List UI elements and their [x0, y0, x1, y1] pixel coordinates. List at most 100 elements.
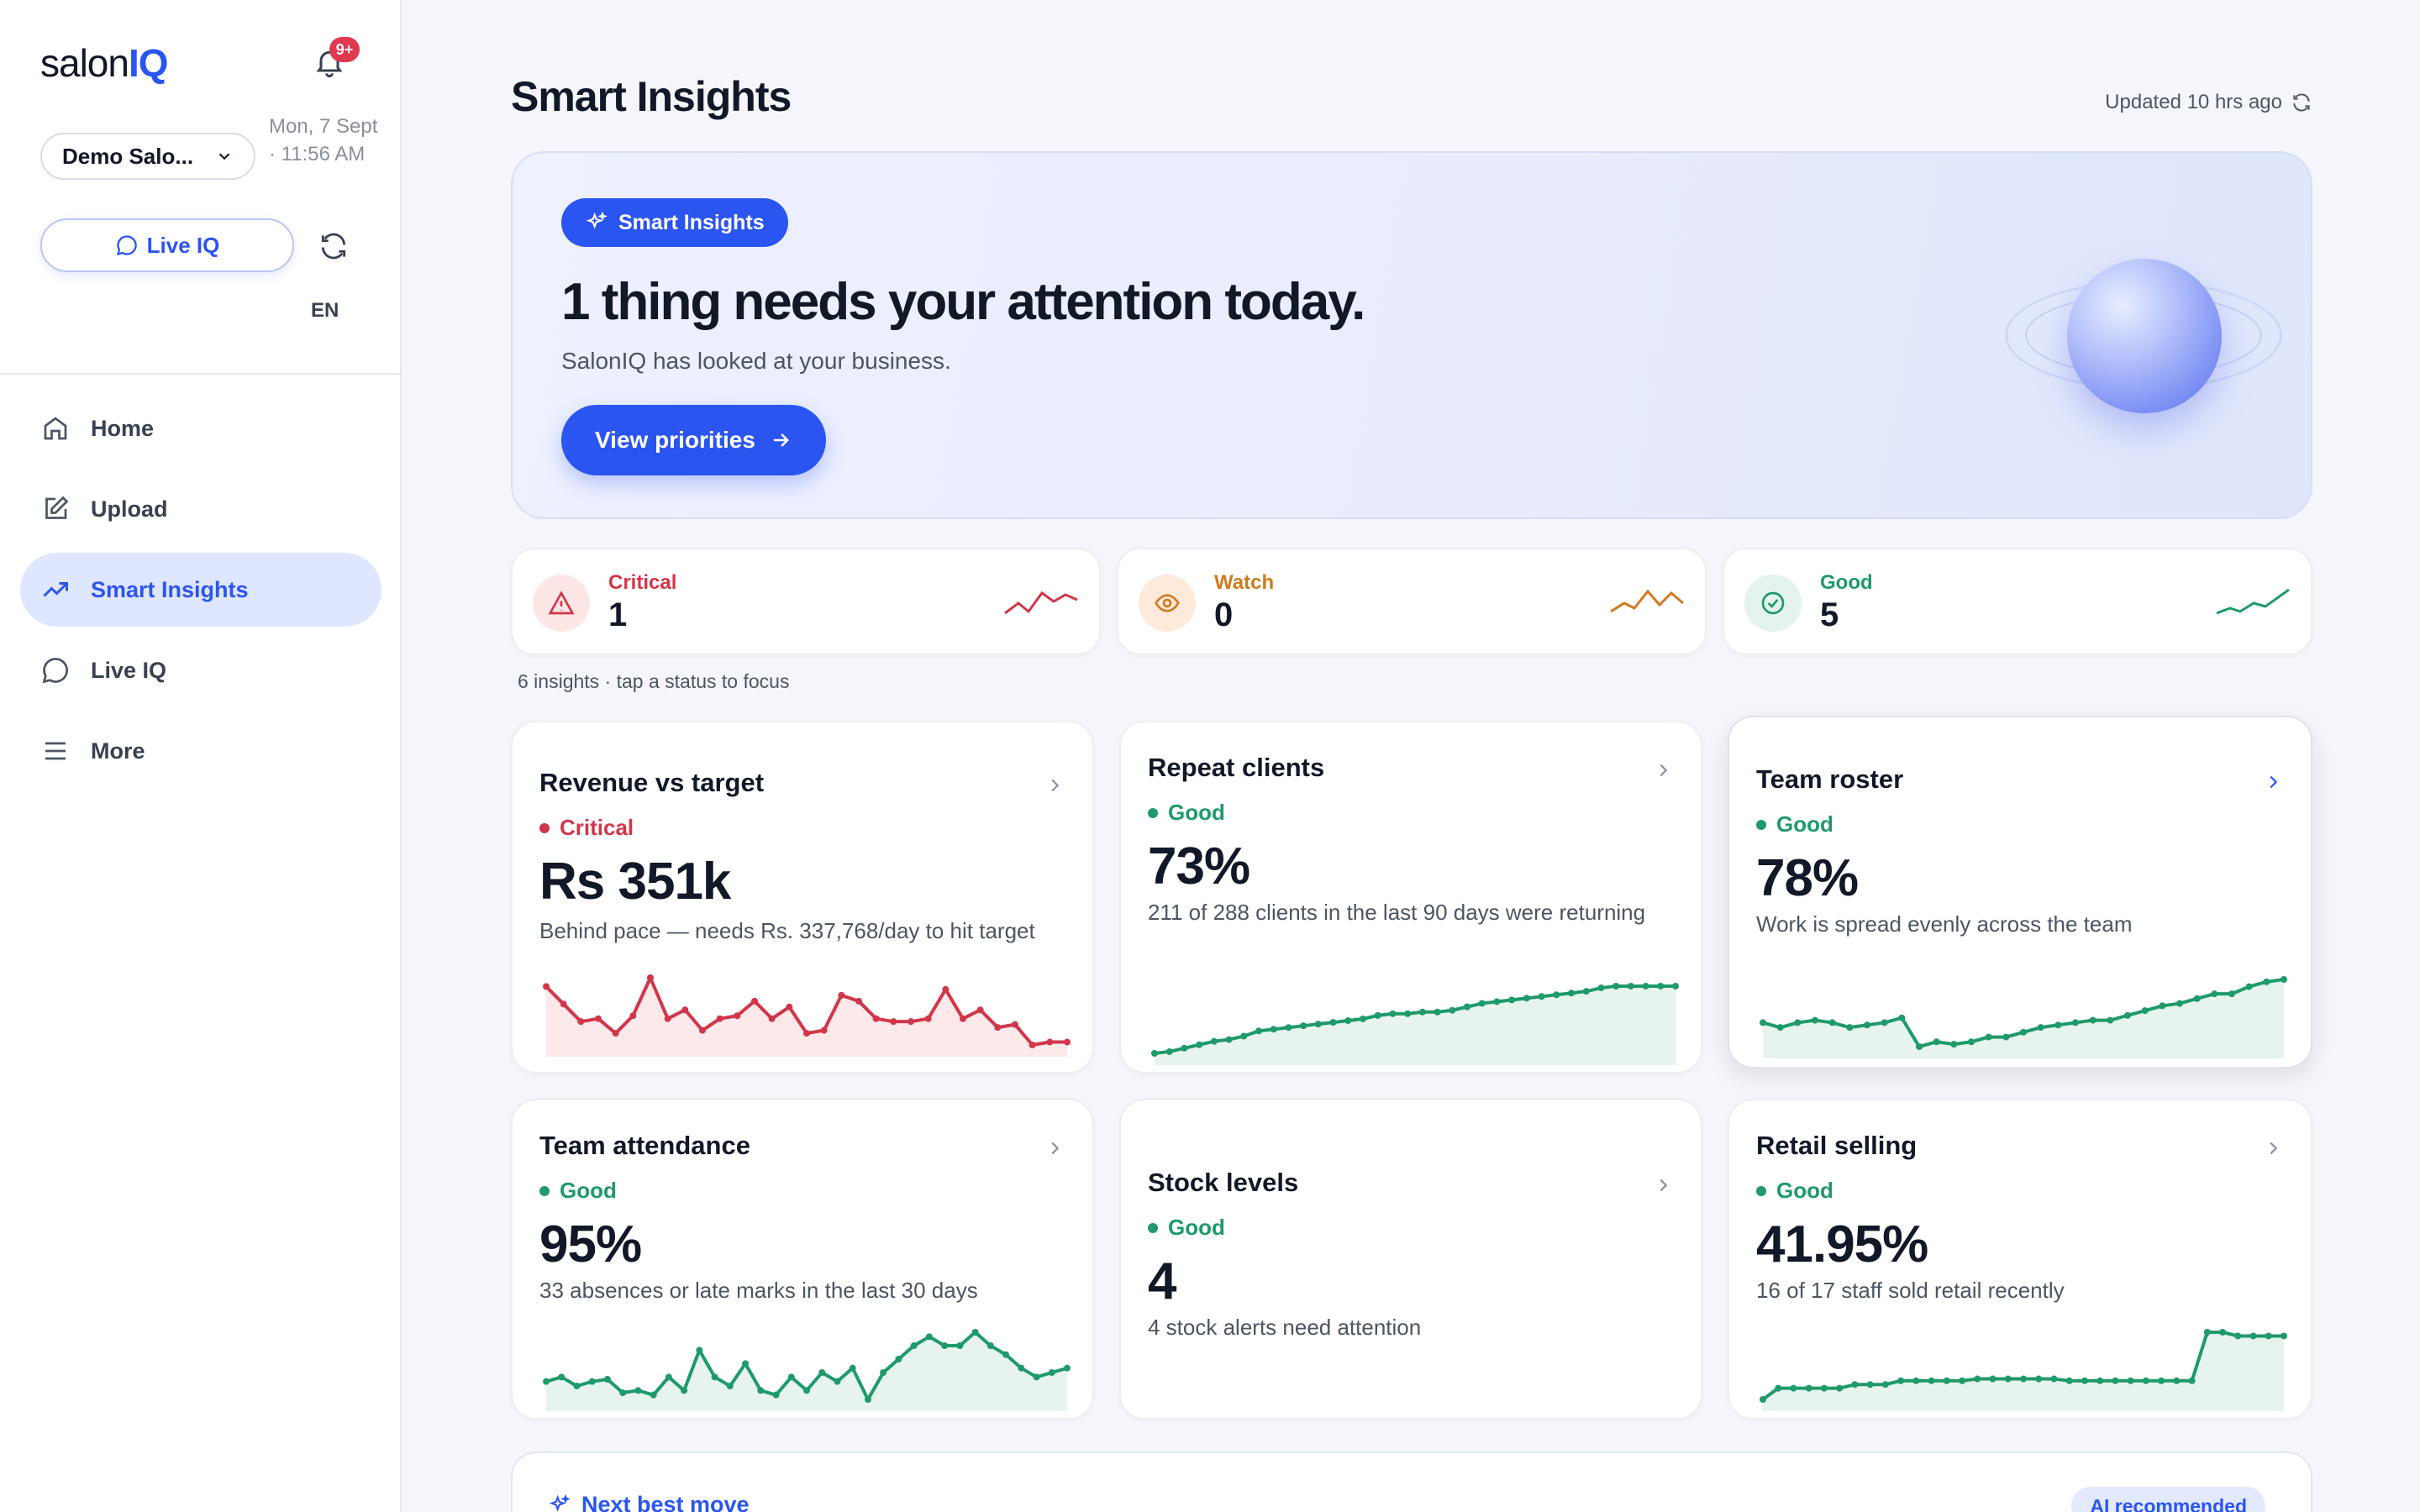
hero-title: 1 thing needs your attention today. [561, 273, 1365, 331]
sparkline-point [2141, 1007, 2149, 1015]
sparkline-point [1404, 1010, 1412, 1017]
status-dot [1756, 1185, 1766, 1196]
sparkline [1760, 1329, 2287, 1411]
warning-icon [548, 591, 575, 615]
sparkline-point [1775, 1384, 1782, 1392]
sparkline-point [573, 1383, 581, 1389]
nav-item-home[interactable]: Home [20, 391, 381, 465]
card-value: 78% [1756, 849, 1859, 907]
live-iq-button[interactable]: Live IQ [40, 218, 294, 272]
card-value: Rs 351k [539, 853, 731, 911]
sparkline-point [2176, 1000, 2183, 1007]
status-card-good[interactable]: Good 5 [1723, 548, 2312, 655]
sparkline-point [2127, 1377, 2134, 1384]
sparkline-point [2081, 1377, 2088, 1384]
insight-card-team-attendance[interactable]: Team attendance Good 95% 33 absences or … [511, 1099, 1094, 1420]
sparkline-point [1196, 1041, 1203, 1048]
sparkline-point [1046, 1038, 1054, 1046]
sparkline-point [768, 1015, 776, 1022]
refresh-icon[interactable] [318, 230, 350, 262]
language-selector[interactable]: EN [311, 299, 339, 323]
sparkline-point [942, 985, 950, 993]
sparkline-point [820, 1026, 828, 1034]
status-card-watch[interactable]: Watch 0 [1117, 548, 1707, 655]
insight-card-repeat-clients[interactable]: Repeat clients Good 73% 211 of 288 clien… [1119, 721, 1702, 1074]
sparkline-point [1329, 1019, 1337, 1026]
sparkline-point [2020, 1028, 2027, 1036]
sparkline-point [1846, 1024, 1854, 1032]
sparkline-area [1763, 1332, 2284, 1411]
sparkline-point [2065, 1377, 2073, 1384]
sparkline-point [1989, 1375, 1996, 1383]
view-priorities-button[interactable]: View priorities [561, 405, 826, 475]
card-status: Good [1756, 1178, 1833, 1204]
chevron-right-icon [1051, 1142, 1060, 1155]
sparkline-point [1012, 1021, 1018, 1028]
sparkline-point [2037, 1024, 2044, 1032]
insight-card-stock-levels[interactable]: Stock levels Good 4 4 stock alerts need … [1119, 1099, 1702, 1420]
salon-select[interactable]: Demo Salo... [40, 133, 255, 180]
card-title: Revenue vs target [539, 768, 765, 797]
chevron-down-icon [218, 153, 230, 160]
nav-item-live-iq[interactable]: Live IQ [20, 633, 381, 707]
insight-card-team-roster[interactable]: Team roster Good 78% Work is spread even… [1728, 716, 2312, 1068]
sparkline-point [1018, 1364, 1025, 1372]
sparkline-point [1300, 1022, 1307, 1030]
insight-card-retail-selling[interactable]: Retail selling Good 41.95% 16 of 17 staf… [1728, 1099, 2312, 1420]
sparkline [1760, 976, 2287, 1058]
sparkline-point [2228, 990, 2235, 998]
sparkline-point [1165, 1047, 1173, 1055]
next-best-move-card[interactable]: Next best move AI recommended [511, 1452, 2312, 1512]
sparkline-point [908, 1018, 914, 1026]
hero-subtitle: SalonIQ has looked at your business. [561, 348, 951, 374]
card-status: Good [1148, 800, 1225, 826]
sparkline-point [2035, 1375, 2043, 1383]
sparkline-point [1255, 1027, 1262, 1035]
status-icon-bg [1744, 575, 1802, 632]
hero-banner: Smart Insights 1 thing needs your attent… [511, 151, 2312, 519]
nav-item-upload[interactable]: Upload [20, 472, 381, 546]
app-logo[interactable]: salonIQ [40, 40, 169, 86]
nav-item-smart-insights[interactable]: Smart Insights [20, 553, 381, 627]
status-count: 5 [1820, 596, 1839, 633]
card-title: Repeat clients [1148, 753, 1325, 782]
sparkline-point [1225, 1036, 1233, 1043]
sparkline-point [558, 1373, 566, 1381]
next-best-move-title: Next best move [548, 1492, 750, 1512]
sparkline-point [1864, 1021, 1870, 1029]
sparkline-point [1866, 1381, 1874, 1389]
sparkline-point [803, 1387, 810, 1394]
insight-card-revenue[interactable]: Revenue vs target Critical Rs 351k Behin… [511, 721, 1094, 1074]
sparkline-point [647, 974, 654, 981]
sparkline-point [634, 1387, 642, 1394]
sparkline-point [2050, 1375, 2058, 1383]
sparkline-point [1508, 996, 1516, 1004]
status-card-critical[interactable]: Critical 1 [511, 548, 1101, 655]
sparkline-point [1240, 1032, 1248, 1040]
sparkline-point [1612, 983, 1620, 990]
sparkline-point [726, 1383, 734, 1389]
sparkline-point [2234, 1332, 2242, 1340]
nav-item-more[interactable]: More [20, 714, 381, 788]
sparkline-point [1434, 1008, 1441, 1016]
sparkline-area [1155, 986, 1676, 1065]
sparkline-point [1064, 1038, 1071, 1046]
card-value: 95% [539, 1215, 642, 1273]
sparkline-point [751, 997, 758, 1005]
sparkline [543, 1329, 1071, 1411]
sparkline-icon [1610, 589, 1684, 613]
sparkline-point [664, 1015, 671, 1022]
card-description: Work is spread evenly across the team [1756, 911, 2133, 937]
notification-badge: 9+ [329, 37, 360, 62]
card-value: 4 [1148, 1252, 1176, 1310]
sparkline-point [734, 1012, 741, 1020]
page-title: Smart Insights [511, 73, 792, 120]
sparkline-point [1974, 1375, 1981, 1383]
sparkline-point [986, 1342, 994, 1349]
refresh-icon[interactable] [2291, 92, 2312, 113]
sparkline-point [681, 1006, 689, 1014]
sparkline-point [1449, 1006, 1456, 1014]
sparkline-point [787, 1373, 795, 1381]
sparkline-point [2107, 1016, 2114, 1024]
sparkline-point [1418, 1008, 1426, 1016]
